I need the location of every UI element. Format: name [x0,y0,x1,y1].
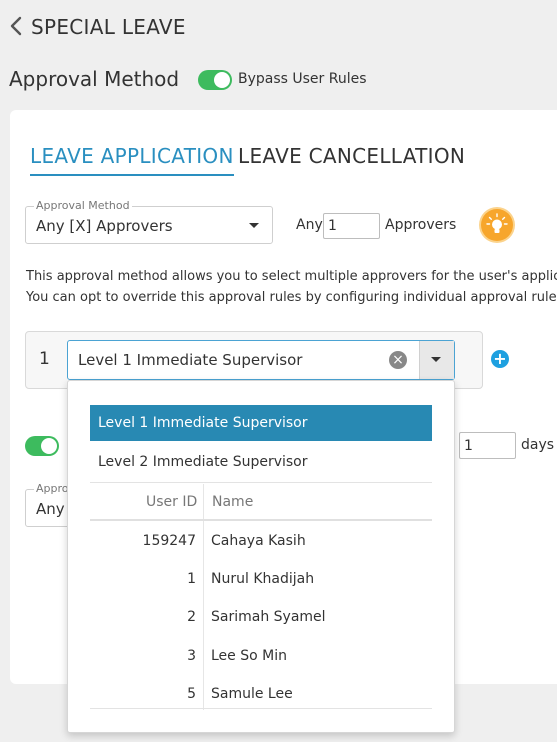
section-title: Approval Method [9,67,180,91]
table-row[interactable]: 1 Nurul Khadijah [90,561,432,599]
user-id-cell: 159247 [142,533,196,549]
user-name-cell: Sarimah Syamel [211,609,326,625]
days-input[interactable] [459,432,516,459]
column-header-name: Name [212,494,254,510]
user-id-cell: 1 [187,571,196,587]
approval-method-value: Any [X] Approvers [36,217,173,235]
user-name-cell: Samule Lee [211,686,293,702]
user-id-cell: 2 [187,609,196,625]
toggle-knob [214,72,230,88]
header-divider [90,519,432,521]
chevron-left-icon[interactable] [8,14,26,38]
caret-down-icon [249,223,259,228]
approval-method-label: Approval Method [34,199,132,212]
secondary-approval-value: Any [36,500,65,518]
user-name-cell: Cahaya Kasih [211,533,306,549]
lightbulb-icon[interactable] [481,209,513,241]
user-id-cell: 5 [187,686,196,702]
level-number: 1 [39,349,50,369]
description-line-2: You can opt to override this approval ru… [26,290,557,305]
tab-leave-cancellation[interactable]: LEAVE CANCELLATION [238,144,465,168]
clear-icon[interactable]: × [389,351,407,369]
dropdown-option-level-2[interactable]: Level 2 Immediate Supervisor [90,444,432,480]
page-title: SPECIAL LEAVE [31,15,186,39]
approvers-label: Approvers [385,217,457,233]
description-line-1: This approval method allows you to selec… [26,269,557,284]
days-label: days [521,437,555,453]
user-id-cell: 3 [187,648,196,664]
divider [90,708,432,709]
user-name-cell: Lee So Min [211,648,287,664]
column-header-user-id: User ID [146,494,198,510]
toggle-knob [41,438,57,454]
table-row[interactable]: 2 Sarimah Syamel [90,599,432,637]
dropdown-option-level-1[interactable]: Level 1 Immediate Supervisor [90,405,432,441]
top-bar: SPECIAL LEAVE [0,0,557,56]
secondary-toggle[interactable] [25,436,59,456]
bypass-user-rules-toggle[interactable] [198,70,232,90]
tab-leave-application[interactable]: LEAVE APPLICATION [30,144,234,176]
any-label: Any [296,217,323,233]
table-row[interactable]: 3 Lee So Min [90,638,432,676]
caret-down-icon [431,357,441,362]
table-row[interactable]: 159247 Cahaya Kasih [90,523,432,561]
bypass-user-rules-label: Bypass User Rules [238,71,367,87]
divider [90,482,432,483]
level-select-value: Level 1 Immediate Supervisor [78,351,303,369]
secondary-approval-label: Appro [34,482,71,495]
user-name-cell: Nurul Khadijah [211,571,315,587]
plus-icon[interactable]: + [491,350,509,368]
approver-count-input[interactable] [323,213,380,239]
